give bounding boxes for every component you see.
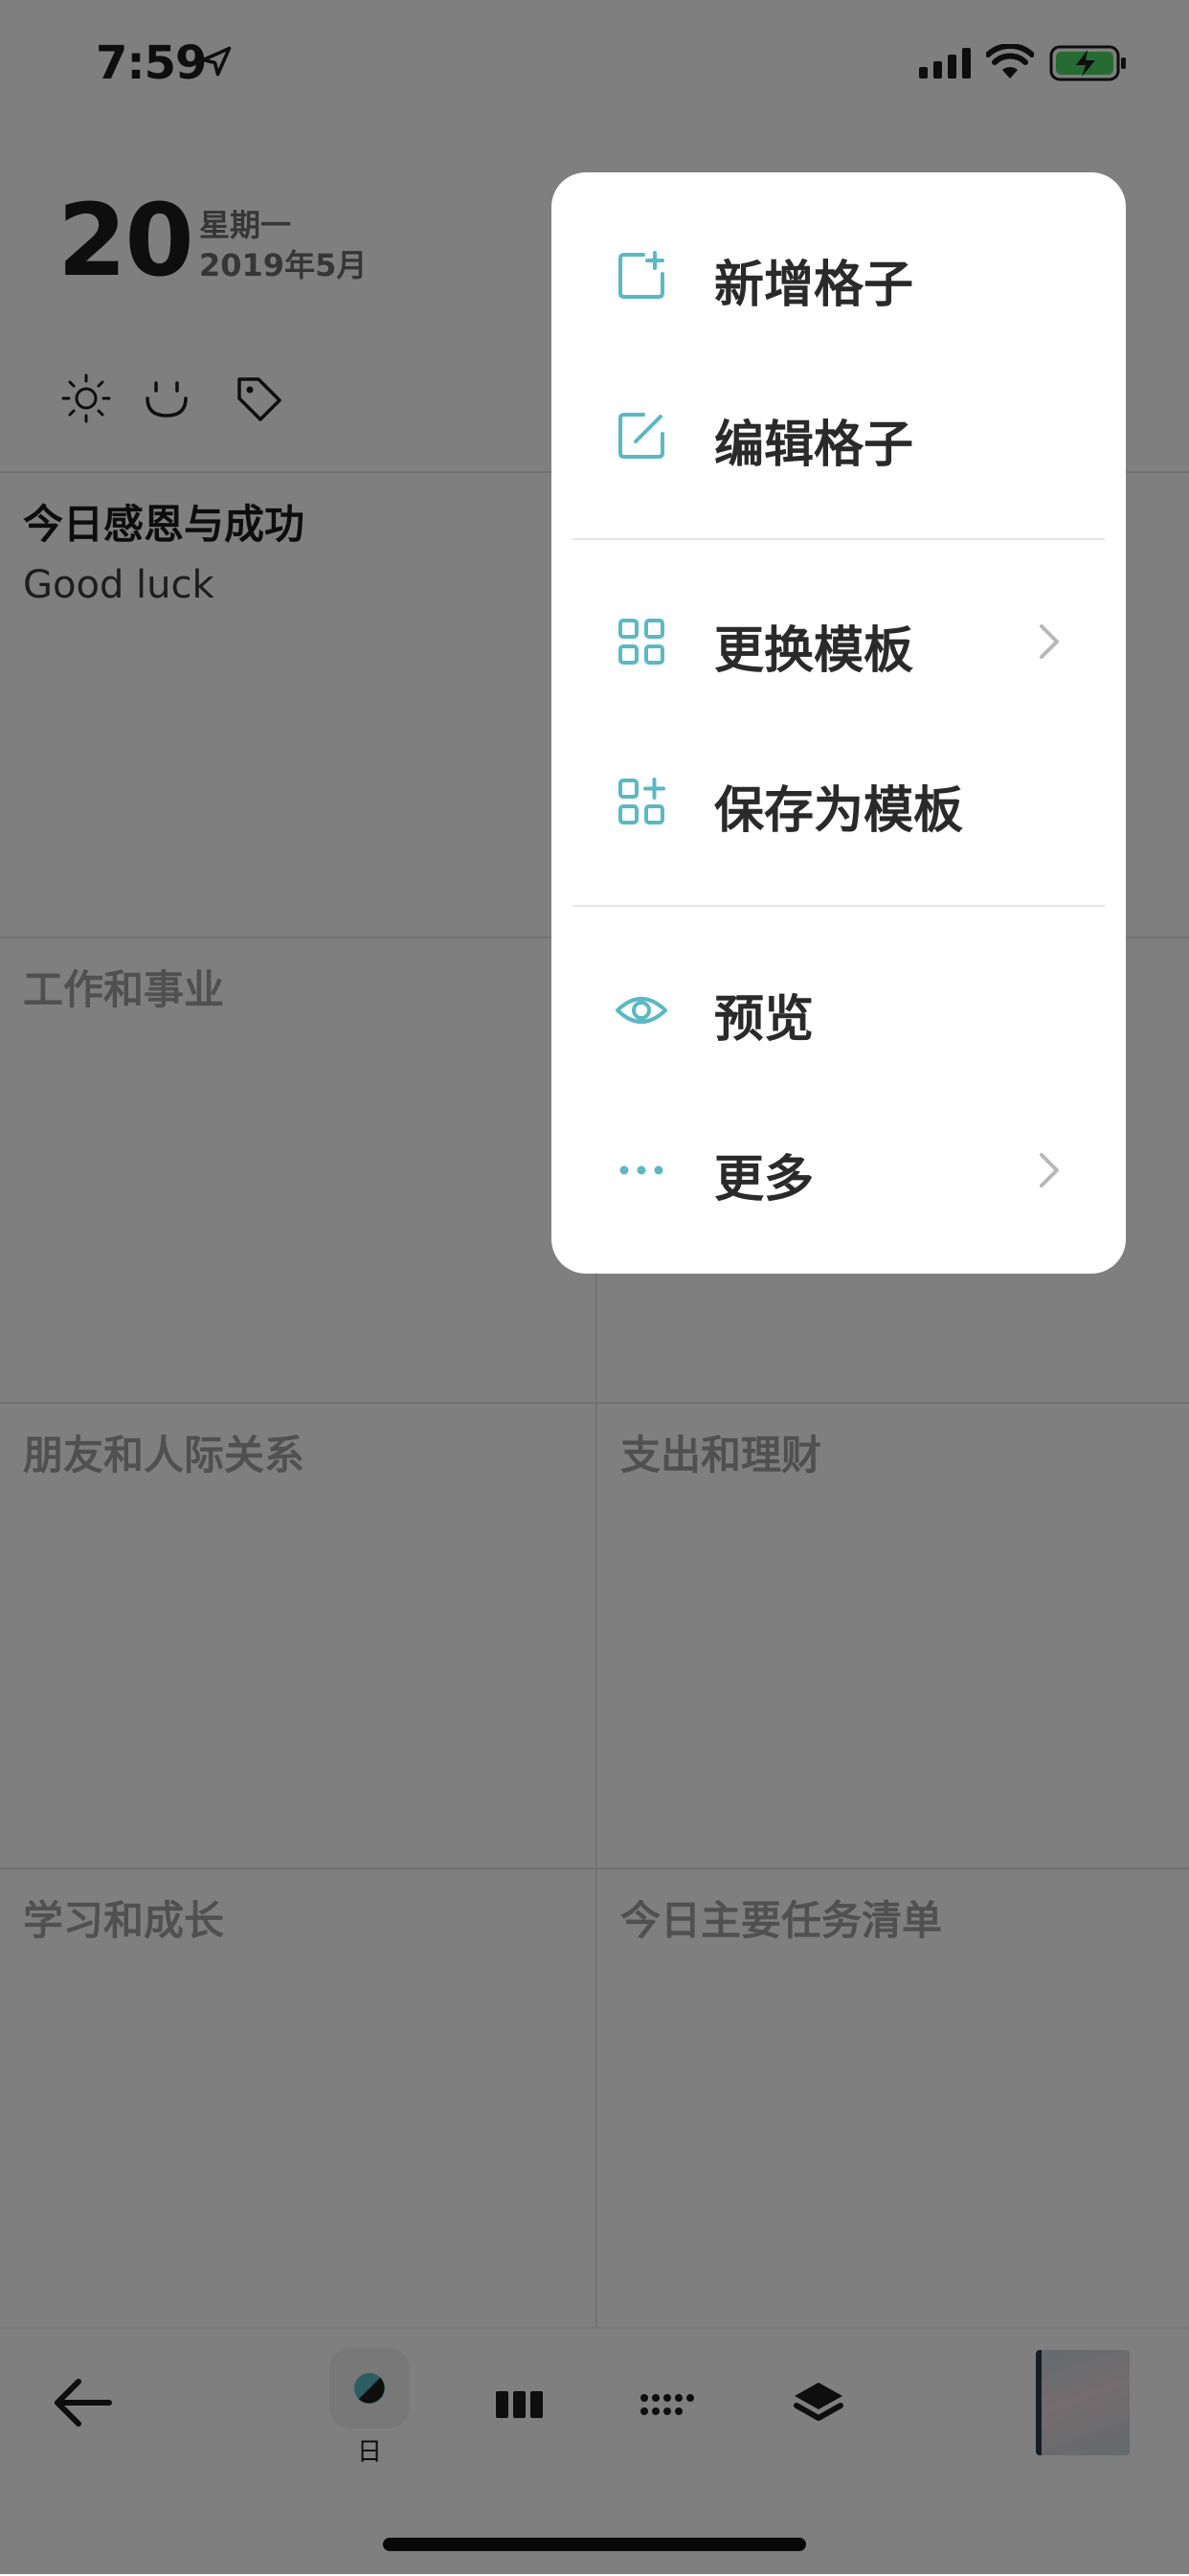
more-dots-icon — [619, 1165, 663, 1175]
menu-item-more[interactable]: 更多 — [551, 1098, 1126, 1242]
chevron-right-icon — [1040, 1153, 1059, 1187]
eye-icon — [616, 997, 667, 1024]
menu-item-add-cell[interactable]: 新增格子 — [551, 204, 1126, 348]
menu-item-change-template[interactable]: 更换模板 — [551, 570, 1126, 713]
grid-add-icon — [618, 778, 665, 825]
menu-item-label: 预览 — [714, 991, 815, 1049]
menu-item-save-as-template[interactable]: 保存为模板 — [551, 730, 1126, 873]
menu-item-preview[interactable]: 预览 — [551, 938, 1126, 1082]
menu-item-edit-cell[interactable]: 编辑格子 — [551, 364, 1126, 508]
grid-icon — [618, 619, 664, 665]
menu-item-label: 更换模板 — [714, 622, 914, 680]
menu-item-label: 保存为模板 — [714, 782, 964, 840]
menu-item-label: 更多 — [714, 1151, 815, 1209]
edit-box-icon — [618, 413, 664, 459]
menu-item-label: 编辑格子 — [714, 417, 914, 474]
add-box-icon — [618, 251, 664, 299]
menu-divider — [572, 538, 1105, 540]
menu-divider — [572, 905, 1105, 907]
menu-item-label: 新增格子 — [714, 257, 914, 314]
popup-menu: 新增格子 编辑格子 更换模板 保存为模板 预览 更多 — [551, 172, 1126, 1274]
chevron-right-icon — [1040, 624, 1059, 659]
